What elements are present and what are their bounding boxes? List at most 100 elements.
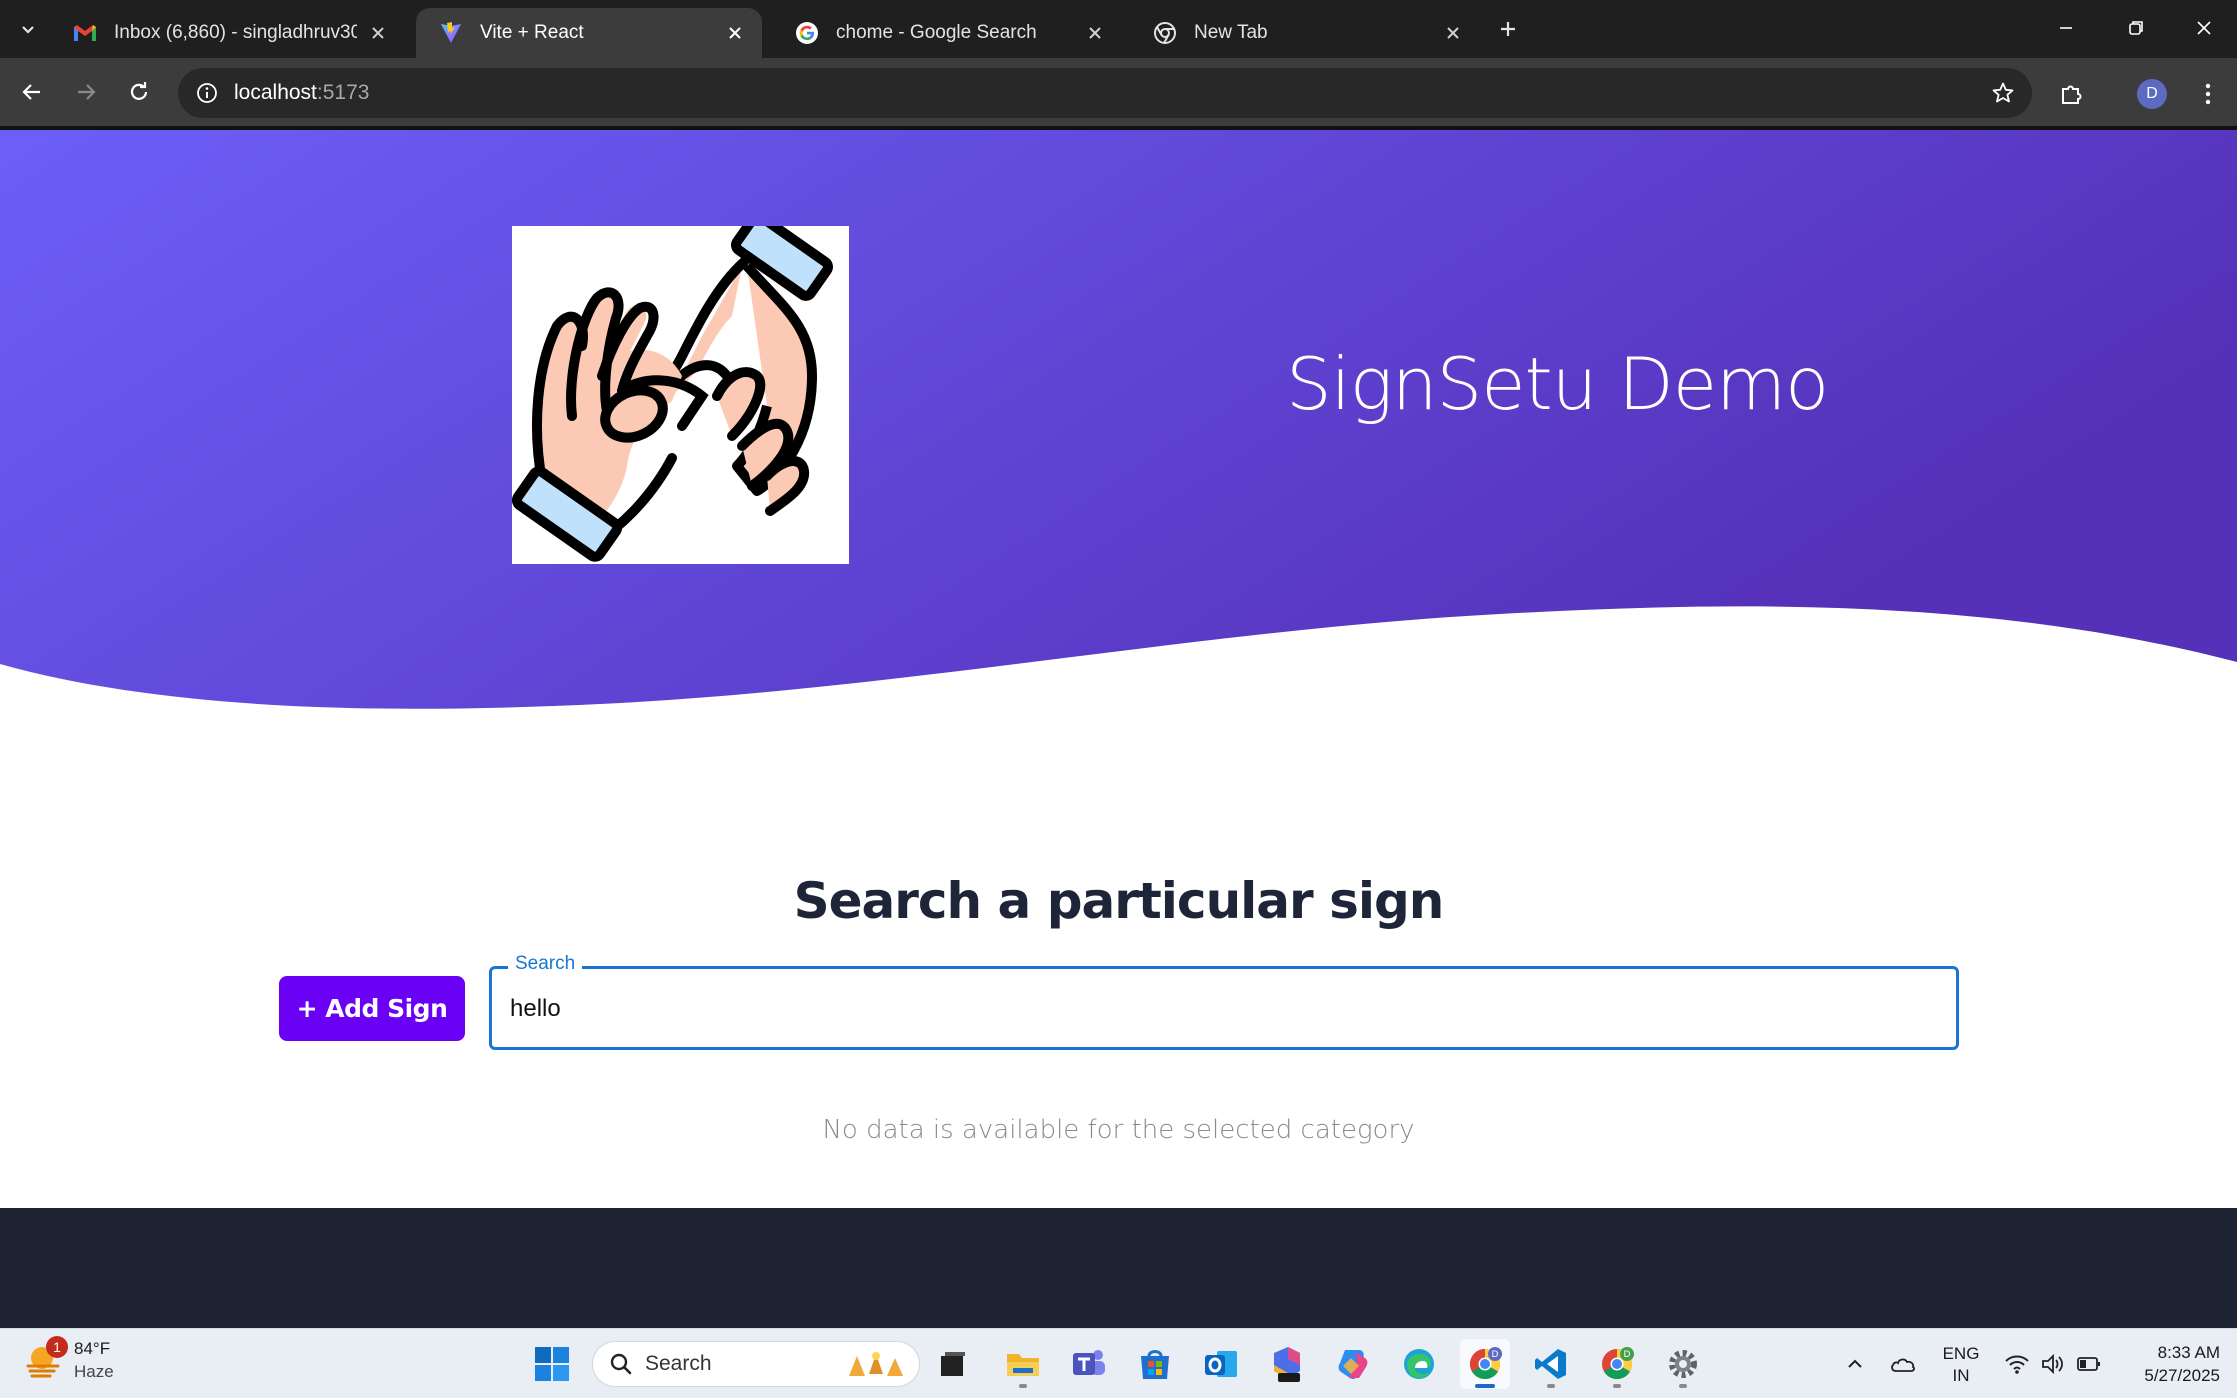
forward-button[interactable] — [66, 72, 106, 112]
reload-button[interactable] — [119, 72, 159, 112]
hero-wave-background — [0, 130, 2237, 709]
close-icon — [2197, 21, 2211, 35]
tab-strip: Inbox (6,860) - singladhruv301@ Vite + R… — [0, 0, 2237, 58]
gmail-icon — [72, 20, 98, 46]
address-bar[interactable]: localhost:5173 — [178, 68, 2032, 118]
tab-new-tab[interactable]: New Tab — [1130, 8, 1480, 58]
cloud-icon — [1891, 1358, 1915, 1372]
store-icon — [1141, 1350, 1169, 1379]
back-button[interactable] — [12, 72, 52, 112]
tab-google-search[interactable]: chome - Google Search — [772, 8, 1122, 58]
file-explorer-button[interactable] — [998, 1339, 1048, 1389]
plus-icon — [1501, 22, 1515, 36]
copilot-button[interactable] — [1328, 1339, 1378, 1389]
weather-temperature: 84°F — [74, 1339, 111, 1358]
restore-button[interactable] — [2110, 8, 2162, 48]
microsoft-365-icon — [1274, 1347, 1300, 1382]
chrome-taskbar-button[interactable]: D — [1460, 1339, 1510, 1389]
search-highlight-icon — [849, 1352, 903, 1376]
taskbar-search[interactable]: Search — [592, 1341, 920, 1387]
page-footer — [0, 1208, 2237, 1328]
close-icon[interactable] — [1440, 20, 1466, 46]
search-input[interactable] — [510, 989, 1910, 1029]
tab-vite-react[interactable]: Vite + React — [416, 8, 762, 58]
chevron-down-icon — [22, 26, 34, 34]
close-icon[interactable] — [365, 20, 391, 46]
puzzle-icon — [2062, 85, 2082, 104]
site-info-icon[interactable] — [194, 80, 220, 106]
battery-status[interactable] — [2072, 1329, 2106, 1398]
weather-condition: Haze — [74, 1362, 114, 1381]
chrome-app-icon: D — [1602, 1347, 1634, 1380]
speaker-icon — [2042, 1353, 2063, 1375]
svg-text:D: D — [1624, 1350, 1631, 1360]
chrome-app-icon: D — [1469, 1347, 1502, 1380]
taskbar-search-placeholder: Search — [645, 1352, 712, 1375]
chevron-up-icon — [1848, 1359, 1862, 1368]
browser-toolbar: localhost:5173 D — [0, 58, 2237, 130]
browser-menu-button[interactable] — [2188, 74, 2228, 114]
wifi-icon — [2005, 1355, 2029, 1374]
microsoft-store-button[interactable] — [1130, 1339, 1180, 1389]
profile-button[interactable]: D — [2132, 74, 2172, 114]
start-button[interactable] — [527, 1339, 577, 1389]
system-clock[interactable]: 8:33 AM 5/27/2025 — [2110, 1341, 2220, 1387]
tab-title: New Tab — [1194, 22, 1268, 43]
minimize-button[interactable] — [2040, 8, 2092, 48]
chrome-profile-button[interactable]: D — [1592, 1339, 1642, 1389]
tab-title: Inbox (6,860) - singladhruv301@ — [114, 22, 357, 43]
outlook-button[interactable] — [1196, 1339, 1246, 1389]
battery-icon — [2077, 1357, 2100, 1371]
add-sign-button[interactable]: + Add Sign — [279, 976, 465, 1041]
vscode-icon — [1535, 1349, 1566, 1379]
volume-status[interactable] — [2036, 1329, 2070, 1398]
windows-taskbar: 1 84°F Haze Search D D ENG IN 8:33 AM 5/… — [0, 1328, 2237, 1398]
hero-banner: SignSetu Demo — [0, 130, 2237, 720]
minimize-icon — [2060, 27, 2072, 29]
url-port: :5173 — [316, 81, 370, 104]
clock-date: 5/27/2025 — [2144, 1366, 2220, 1385]
svg-text:D: D — [1492, 1350, 1499, 1360]
wifi-status[interactable] — [2000, 1329, 2034, 1398]
extensions-button[interactable] — [2052, 74, 2092, 114]
hero-title: SignSetu Demo — [1286, 342, 1829, 426]
weather-alert-badge: 1 — [46, 1336, 68, 1358]
m365-button[interactable] — [1262, 1339, 1312, 1389]
lang-region: IN — [1952, 1366, 1970, 1385]
folder-icon — [1007, 1354, 1039, 1376]
windows-logo-icon — [535, 1347, 569, 1381]
task-view-icon — [941, 1352, 965, 1376]
close-window-button[interactable] — [2178, 8, 2230, 48]
tab-title: Vite + React — [480, 22, 584, 43]
url-host: localhost — [234, 81, 317, 104]
task-view-button[interactable] — [928, 1339, 978, 1389]
close-icon[interactable] — [1082, 20, 1108, 46]
new-tab-button[interactable] — [1490, 12, 1526, 46]
teams-icon — [1073, 1350, 1105, 1375]
edge-button[interactable] — [1394, 1339, 1444, 1389]
close-icon[interactable] — [722, 20, 748, 46]
reload-icon — [130, 82, 148, 100]
hands-sign-icon — [511, 211, 833, 562]
tab-title: chome - Google Search — [836, 22, 1037, 43]
search-label: Search — [508, 953, 583, 975]
settings-button[interactable] — [1658, 1339, 1708, 1389]
bookmark-star-icon[interactable] — [1988, 78, 2018, 108]
more-vertical-icon — [2205, 83, 2211, 105]
tab-search-dropdown[interactable] — [10, 12, 46, 46]
onedrive-button[interactable] — [1886, 1329, 1920, 1398]
teams-button[interactable] — [1064, 1339, 1114, 1389]
search-icon — [610, 1353, 632, 1375]
vite-icon — [438, 20, 464, 46]
show-hidden-icons-button[interactable] — [1840, 1329, 1870, 1398]
input-language-indicator[interactable]: ENG IN — [1936, 1343, 1986, 1387]
avatar: D — [2137, 79, 2167, 109]
google-icon — [794, 20, 820, 46]
search-field: Search — [489, 953, 1959, 1050]
lang-code: ENG — [1942, 1344, 1980, 1363]
outlook-icon — [1205, 1351, 1237, 1377]
vscode-button[interactable] — [1526, 1339, 1576, 1389]
weather-widget[interactable]: 1 84°F Haze — [24, 1336, 114, 1383]
tab-gmail[interactable]: Inbox (6,860) - singladhruv301@ — [50, 8, 405, 58]
haze-sun-icon: 1 — [24, 1336, 68, 1380]
